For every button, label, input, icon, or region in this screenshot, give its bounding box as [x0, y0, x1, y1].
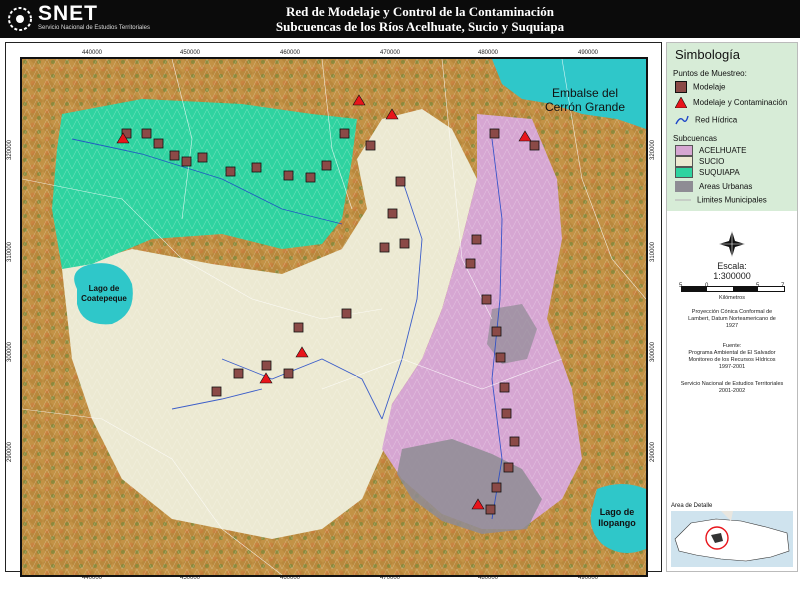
urban-swatch: [675, 181, 693, 192]
map-canvas[interactable]: Embalse del Cerrón Grande Lago de Coatep…: [20, 57, 648, 577]
map-title-line2: Subcuencas de los Ríos Acelhuate, Sucio …: [275, 19, 565, 34]
agency-line2: 2001-2002: [718, 388, 746, 394]
logo-subtitle: Servicio Nacional de Estudios Territoria…: [38, 25, 150, 31]
scale-units: Kilómetros: [719, 295, 745, 301]
tick-right-3: 300000: [650, 341, 656, 362]
scale-bar-seg2: [733, 287, 758, 291]
header-bar: SNET Servicio Nacional de Estudios Terri…: [0, 0, 800, 38]
label-coatepeque-line1: Lago de: [89, 284, 120, 293]
source-line1: Fuente:: [722, 343, 742, 349]
sucio-swatch: [675, 156, 693, 167]
projection-line1: Proyección Cónica Conformal de: [691, 309, 773, 315]
source-line3: Monitoreo de los Recursos Hídricos: [688, 357, 776, 363]
tick-top-1: 440000: [82, 50, 103, 56]
north-arrow-icon: [719, 231, 745, 257]
river-icon: [675, 115, 689, 125]
legend-item-red-hidrica: Red Hídrica: [675, 115, 737, 127]
legend-sucio-label: SUCIO: [699, 157, 725, 166]
logo-text: SNET: [38, 2, 99, 25]
legend-panel: Simbología Puntos de Muestreo: Modelaje …: [666, 42, 798, 572]
tick-left-3: 300000: [7, 341, 13, 362]
scale-label: Escala:: [717, 261, 747, 271]
legend-item-contaminacion: Modelaje y Contaminación: [675, 97, 787, 109]
projection-note: Proyección Cónica Conformal de Lambert, …: [671, 309, 793, 330]
scale-bar: [681, 286, 785, 292]
legend-suquiapa-label: SUQUIAPA: [699, 168, 740, 177]
legend-limites-label: Limites Municipales: [697, 195, 767, 205]
agency-note: Servicio Nacional de Estudios Territoria…: [671, 381, 793, 395]
tick-left-4: 290000: [7, 441, 13, 462]
boundary-line-icon: [675, 199, 691, 201]
scale-tick-1: 5: [679, 283, 683, 289]
detail-area-title: Area de Detalle: [671, 503, 713, 509]
acelhuate-swatch: [675, 145, 693, 156]
legend-points-title: Puntos de Muestreo:: [673, 69, 747, 78]
suquiapa-swatch: [675, 167, 693, 178]
legend-contaminacion-label: Modelaje y Contaminación: [693, 98, 788, 107]
label-embalse-line2: Cerrón Grande: [545, 100, 625, 114]
snet-logo-icon: [8, 7, 32, 31]
legend-red-hidrica-label: Red Hídrica: [695, 115, 738, 125]
projection-line3: 1927: [725, 323, 739, 329]
legend-item-areas-urbanas: Areas Urbanas: [675, 181, 752, 193]
label-ilopango-line2: Ilopango: [598, 518, 636, 528]
scale-bar-seg1: [682, 287, 707, 291]
map-svg[interactable]: Embalse del Cerrón Grande Lago de Coatep…: [22, 59, 646, 575]
map-title-line1: Red de Modelaje y Control de la Contamin…: [285, 4, 555, 19]
label-embalse-line1: Embalse del: [552, 86, 618, 100]
tick-right-2: 310000: [650, 241, 656, 262]
scale-value: 1:300000: [713, 271, 751, 281]
scale-tick-3: 5: [756, 283, 760, 289]
tick-top-2: 450000: [180, 50, 201, 56]
tick-left-1: 320000: [7, 139, 13, 160]
scale-tick-2: 0: [705, 283, 709, 289]
tick-top-4: 470000: [380, 50, 401, 56]
triangle-marker-icon: [675, 97, 687, 108]
legend-item-limites: Limites Municipales: [675, 195, 767, 207]
tick-left-2: 310000: [7, 241, 13, 262]
scale-tick-4: 7: [781, 283, 785, 289]
legend-acelhuate-label: ACELHUATE: [699, 146, 747, 155]
tick-top-6: 490000: [578, 50, 599, 56]
map-title: Red de Modelaje y Control de la Contamin…: [200, 4, 640, 34]
agency-line1: Servicio Nacional de Estudios Territoria…: [680, 381, 784, 387]
tick-right-4: 290000: [650, 441, 656, 462]
label-ilopango-line1: Lago de: [600, 507, 635, 517]
legend-subcuencas-title: Subcuencas: [673, 134, 718, 143]
legend-item-suquiapa: SUQUIAPA: [675, 167, 740, 179]
tick-top-5: 480000: [478, 50, 499, 56]
legend-areas-urbanas-label: Areas Urbanas: [699, 182, 753, 191]
source-line4: 1997-2001: [718, 364, 746, 370]
source-line2: Programa Ambiental de El Salvador: [688, 350, 776, 356]
legend-title: Simbología: [675, 47, 741, 62]
legend-symbology: Simbología Puntos de Muestreo: Modelaje …: [667, 43, 797, 211]
tick-right-1: 320000: [650, 139, 656, 160]
label-coatepeque-line2: Coatepeque: [81, 294, 127, 303]
detail-inset-map: [671, 511, 793, 567]
source-note: Fuente: Programa Ambiental de El Salvado…: [671, 343, 793, 371]
square-marker-icon: [675, 81, 687, 93]
snet-logo: SNET Servicio Nacional de Estudios Terri…: [4, 2, 154, 36]
projection-line2: Lambert, Datum Norteamericano de: [688, 316, 776, 322]
legend-item-modelaje: Modelaje: [675, 81, 725, 93]
tick-top-3: 460000: [280, 50, 301, 56]
legend-modelaje-label: Modelaje: [693, 82, 726, 92]
